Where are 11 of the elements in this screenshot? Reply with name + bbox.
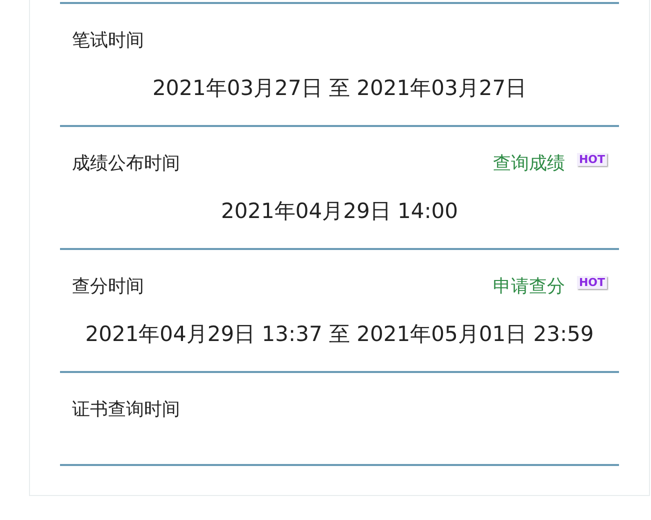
time-range: 2021年04月29日 13:37 至 2021年05月01日 23:59 bbox=[84, 321, 595, 348]
section-title: 证书查询时间 bbox=[72, 398, 180, 422]
section-title: 笔试时间 bbox=[72, 28, 144, 52]
time-range: 2021年03月27日 至 2021年03月27日 bbox=[151, 75, 528, 102]
section-title: 查分时间 bbox=[72, 274, 144, 298]
hot-badge: HOT bbox=[576, 276, 607, 288]
section-link[interactable]: 申请查分 bbox=[492, 272, 565, 300]
section-link[interactable]: 查询成绩 bbox=[492, 150, 565, 176]
section-title: 成绩公布时间 bbox=[72, 152, 180, 176]
time-range: 2021年04月29日 14:00 bbox=[220, 198, 460, 225]
hot-badge: HOT bbox=[576, 152, 607, 166]
